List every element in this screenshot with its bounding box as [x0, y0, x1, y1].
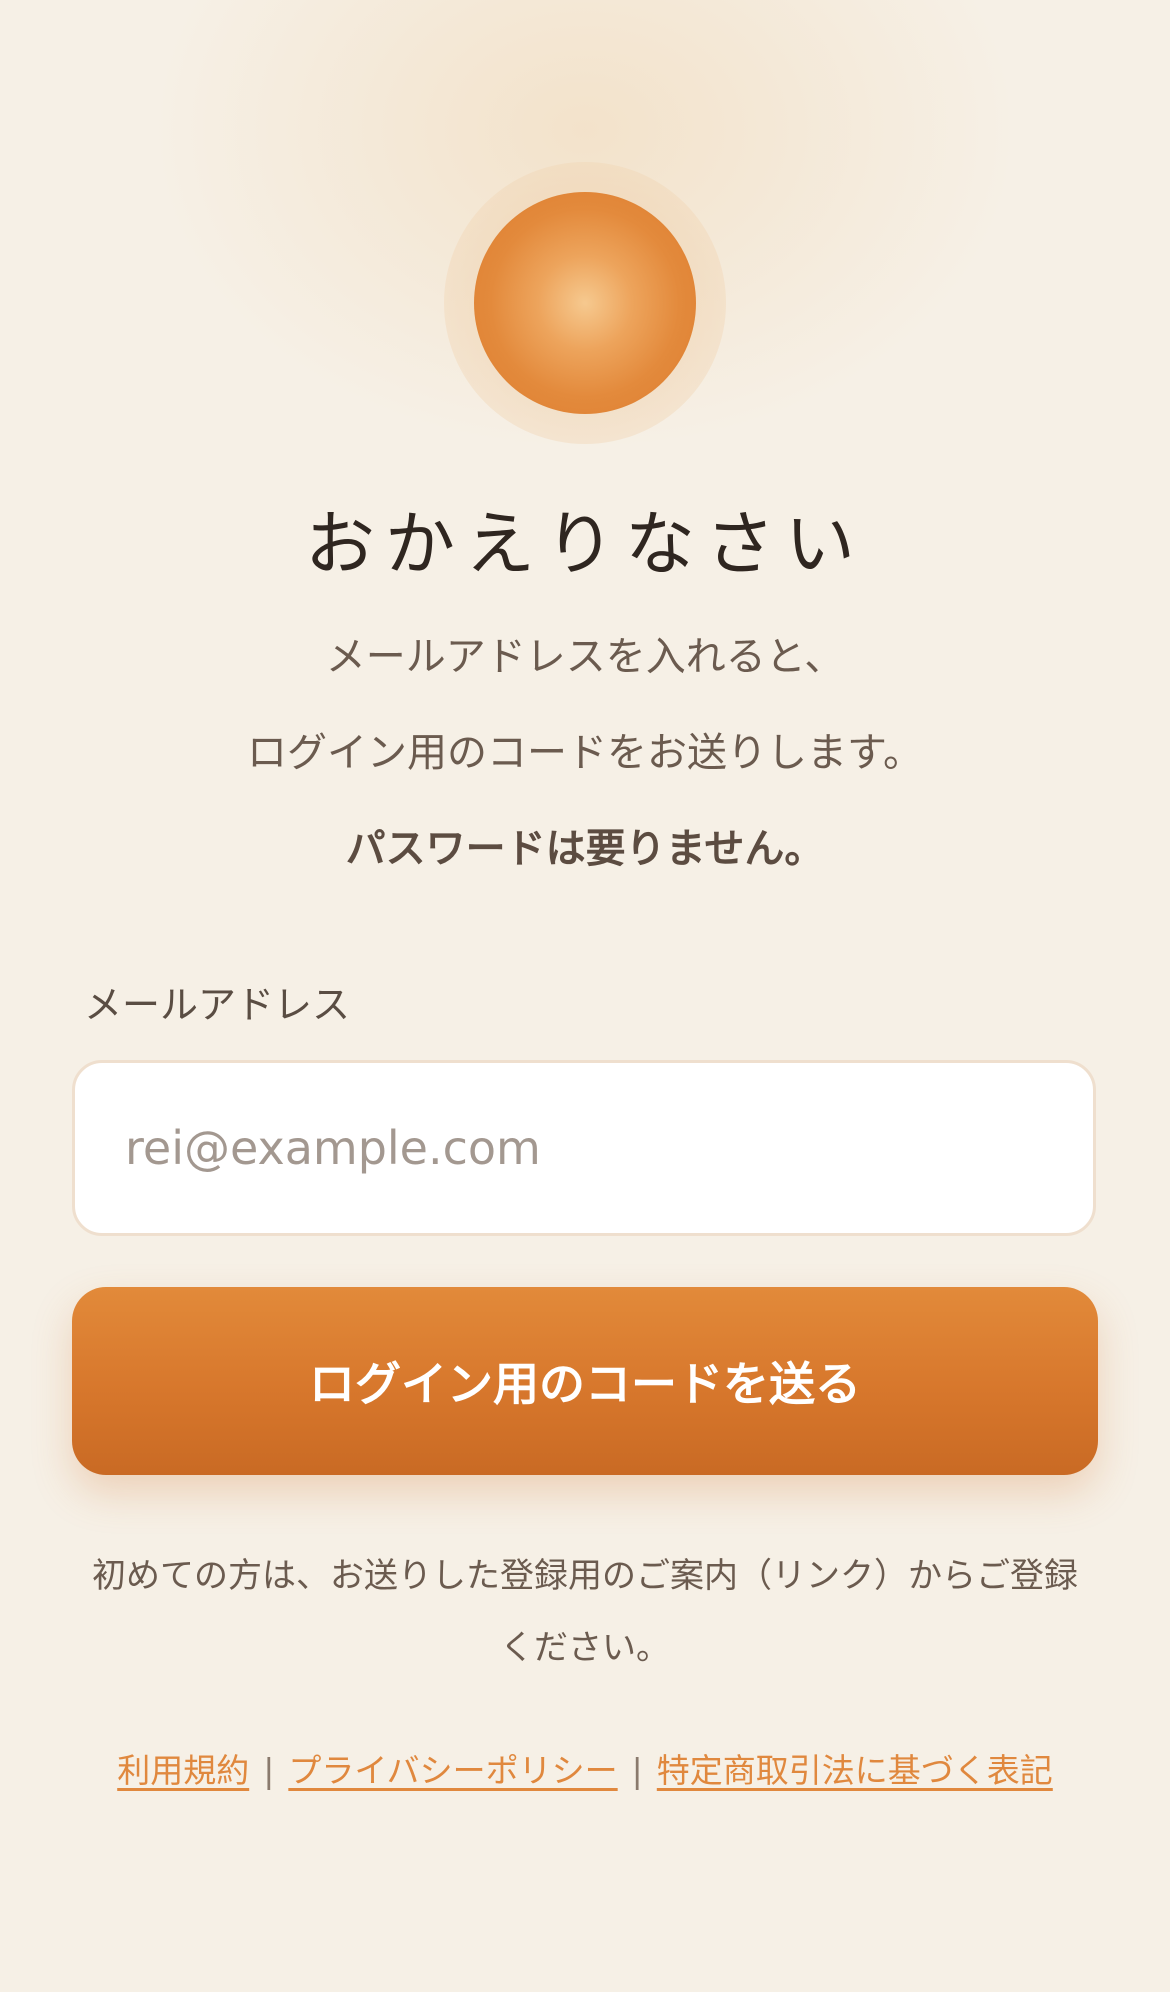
footer-separator: |	[263, 1751, 275, 1790]
login-page: おかえりなさい メールアドレスを入れると、 ログイン用のコードをお送りします。 …	[0, 0, 1170, 1992]
sun-orb-logo-icon	[474, 192, 696, 414]
terms-link[interactable]: 利用規約	[117, 1751, 249, 1790]
footer-separator: |	[631, 1751, 643, 1790]
send-login-code-button[interactable]: ログイン用のコードを送る	[72, 1287, 1098, 1475]
registration-note: 初めての方は、お送りした登録用のご案内（リンク）からご登録ください。	[92, 1556, 1078, 1668]
privacy-policy-link[interactable]: プライバシーポリシー	[288, 1751, 617, 1790]
footer-links: 利用規約 | プライバシーポリシー | 特定商取引法に基づく表記	[0, 1744, 1170, 1792]
page-title: おかえりなさい	[305, 503, 865, 585]
email-label: メールアドレス	[84, 983, 351, 1027]
email-input[interactable]	[72, 1060, 1096, 1236]
subtitle-line-1: メールアドレスを入れると、	[325, 634, 845, 680]
subtitle-line-3: パスワードは要りません。	[345, 826, 825, 872]
subtitle-line-2: ログイン用のコードをお送りします。	[247, 730, 923, 776]
commercial-law-link[interactable]: 特定商取引法に基づく表記	[657, 1751, 1053, 1790]
